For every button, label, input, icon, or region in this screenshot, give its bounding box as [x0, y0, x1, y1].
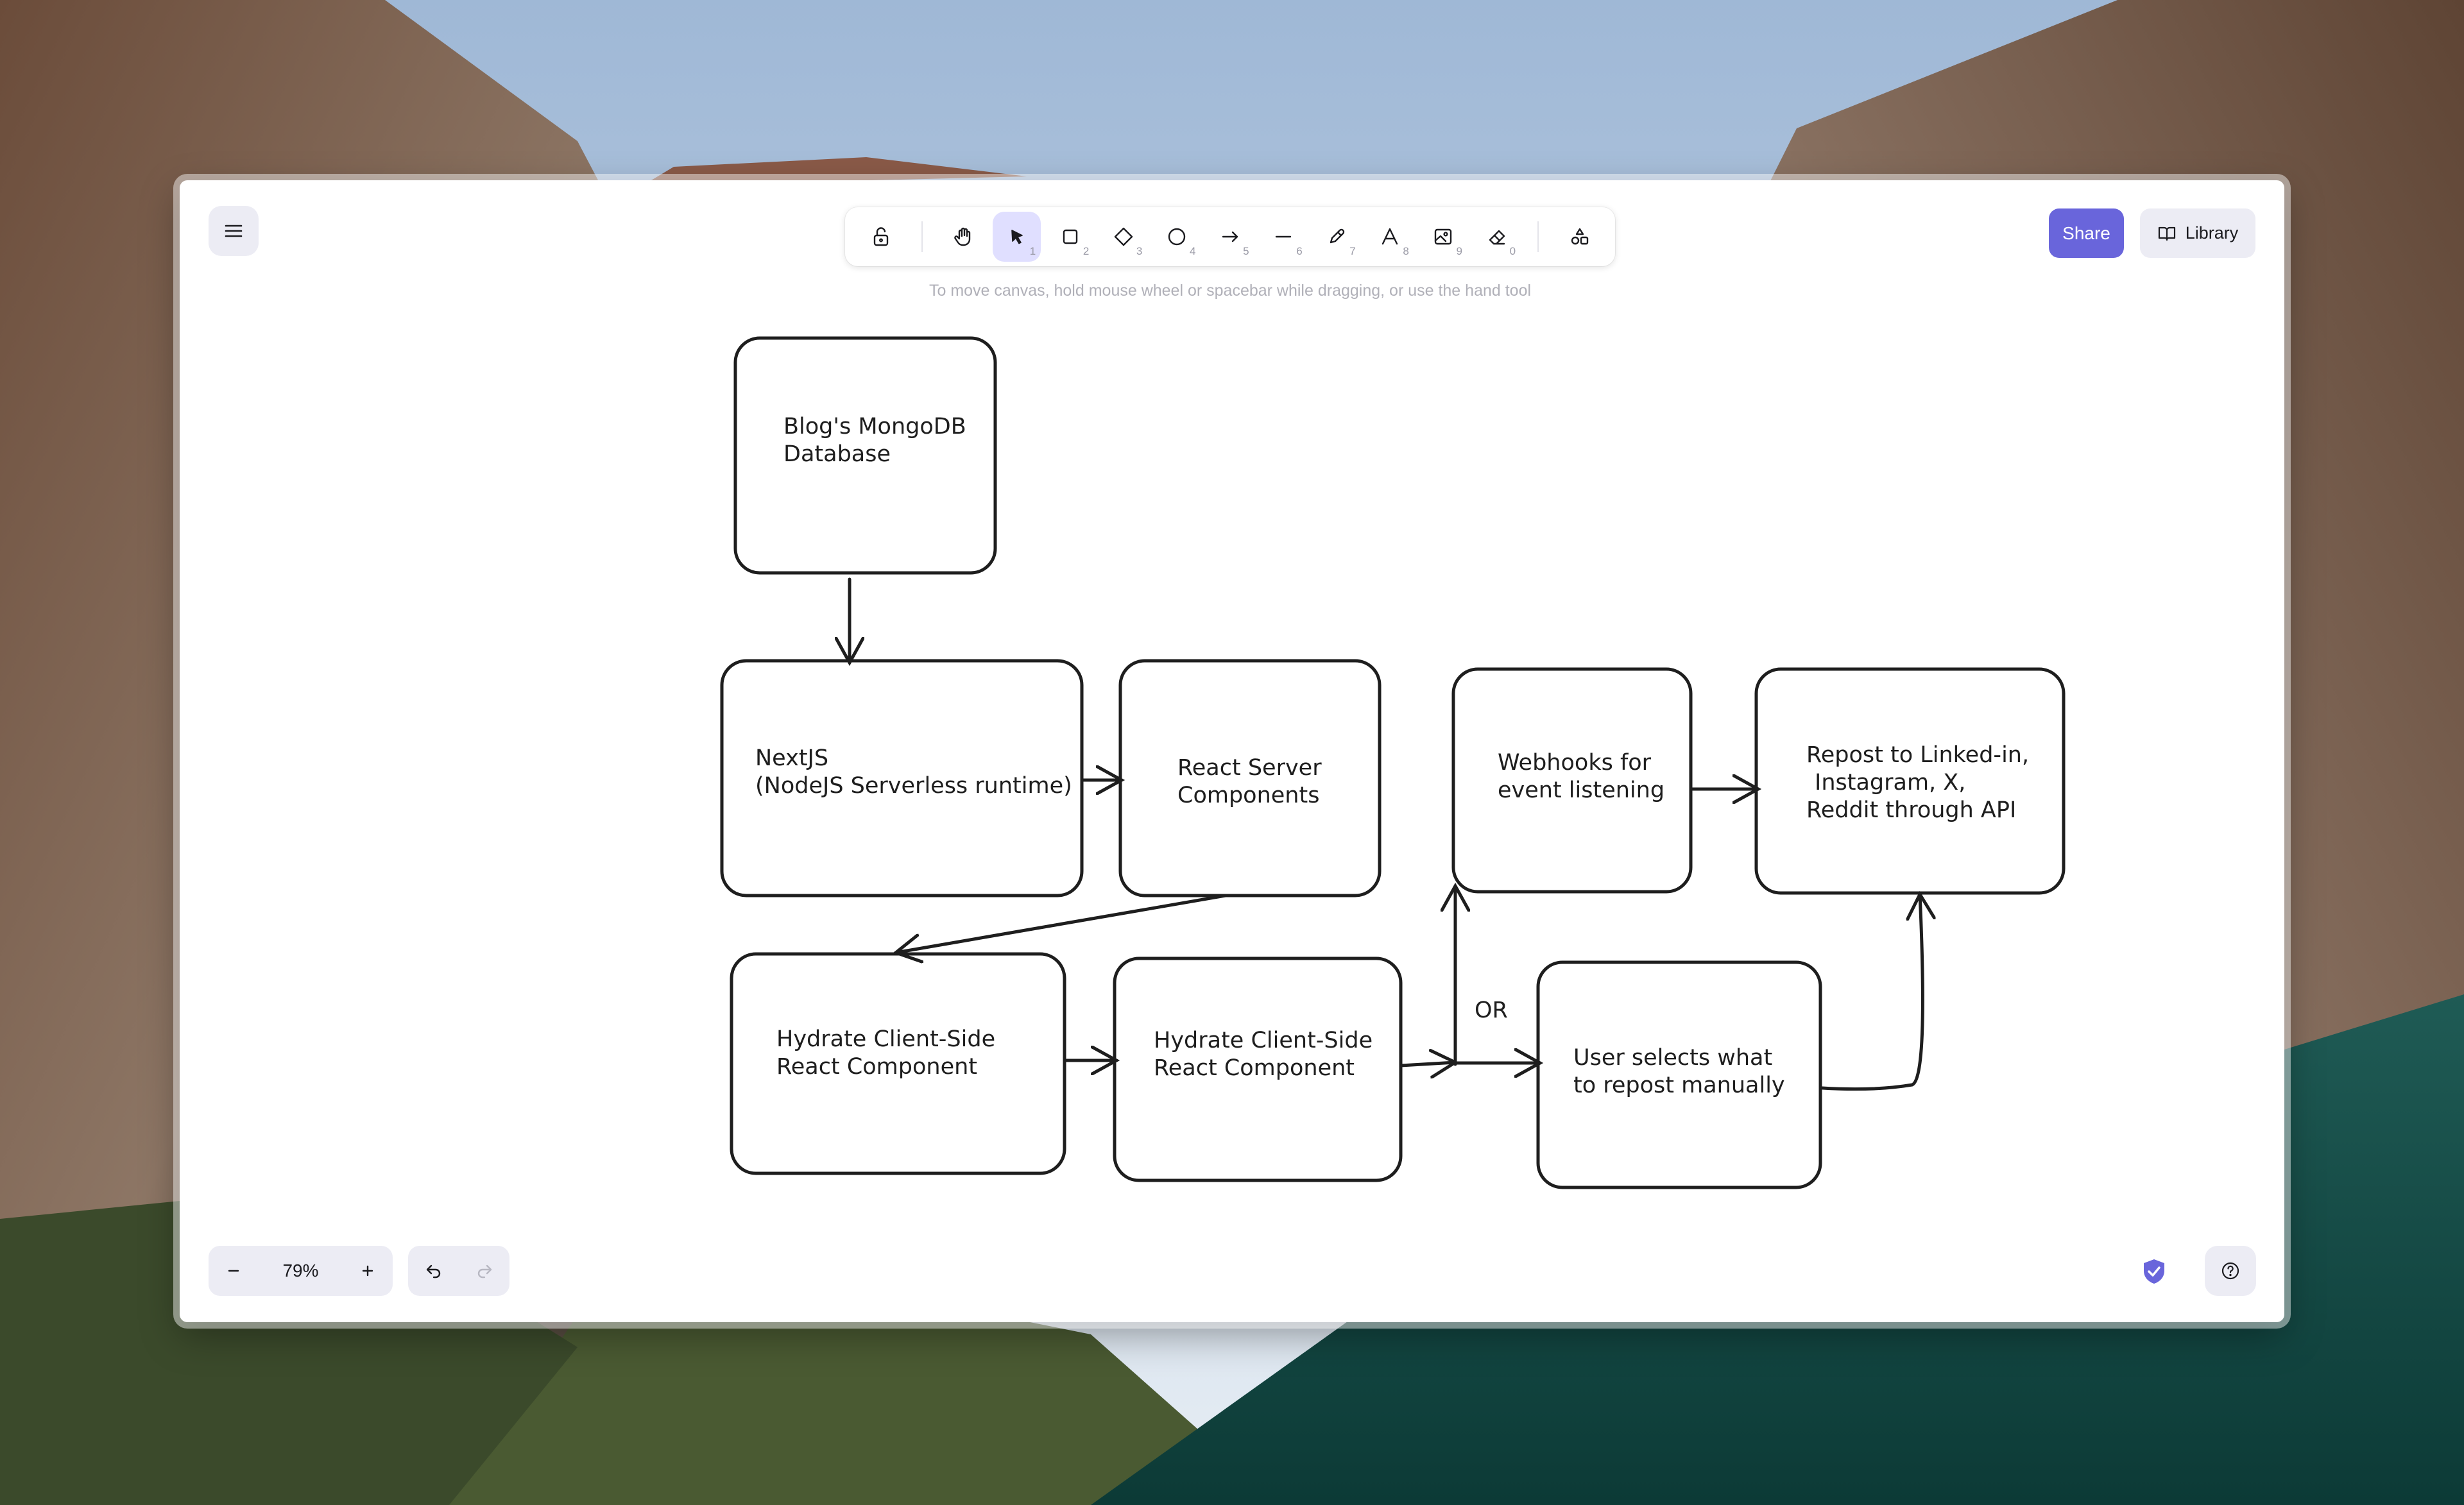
shapes-icon — [1571, 228, 1588, 245]
diagram-canvas[interactable]: Blog's MongoDB Database NextJS (NodeJS S… — [180, 180, 2284, 1322]
arrow-hydrate2-to-junction[interactable] — [1399, 1062, 1455, 1066]
library-label: Library — [2185, 223, 2239, 242]
tool-shortcut: 3 — [1136, 245, 1143, 257]
plus-icon — [362, 1265, 373, 1277]
main-menu-button[interactable] — [209, 206, 259, 256]
node-nextjs-label: NextJS (NodeJS Serverless runtime) — [755, 745, 1072, 799]
tool-text[interactable]: 8 — [1366, 212, 1414, 262]
tool-draw[interactable]: 7 — [1313, 212, 1361, 262]
redo-icon — [477, 1264, 492, 1279]
tool-shortcut: 2 — [1082, 245, 1090, 257]
question-icon — [2221, 1262, 2239, 1280]
rectangle-icon — [1063, 229, 1077, 244]
hand-icon — [954, 227, 970, 246]
or-label: OR — [1475, 998, 1508, 1023]
line-icon — [1275, 235, 1292, 238]
tool-diamond[interactable]: 3 — [1099, 212, 1147, 262]
tool-shortcut: 5 — [1243, 245, 1249, 257]
tool-image[interactable]: 9 — [1419, 212, 1467, 262]
zoom-controls: 79% — [209, 1246, 393, 1296]
minus-icon — [228, 1270, 239, 1272]
node-rsc-label: React Server Components — [1177, 755, 1329, 808]
toolbar-divider — [921, 221, 923, 252]
tool-shortcut: 1 — [1029, 245, 1036, 257]
text-icon — [1382, 228, 1398, 245]
toolbar-divider — [1537, 221, 1539, 252]
excalidraw-window: Blog's MongoDB Database NextJS (NodeJS S… — [180, 180, 2284, 1322]
arrow-manual-to-repost[interactable] — [1820, 894, 1922, 1091]
circle-icon — [1168, 228, 1186, 246]
node-hydrate2-label: Hydrate Client-Side React Component — [1154, 1028, 1380, 1081]
redo-button[interactable] — [459, 1246, 509, 1296]
tool-shortcut: 0 — [1509, 245, 1516, 257]
zoom-out-button[interactable] — [209, 1246, 259, 1296]
tool-shortcut: 4 — [1190, 245, 1196, 257]
node-mongodb-label: Blog's MongoDB Database — [783, 414, 973, 467]
tool-lock[interactable] — [857, 212, 905, 262]
book-icon — [2158, 226, 2175, 241]
node-repost-label: Repost to Linked-in, Instagram, X, Reddi… — [1806, 742, 2036, 823]
tool-shortcut: 7 — [1349, 245, 1356, 257]
diamond-icon — [1114, 227, 1133, 246]
tool-shortcut: 9 — [1456, 245, 1462, 257]
history-controls — [408, 1246, 509, 1296]
image-icon — [1435, 228, 1452, 245]
canvas-hint: To move canvas, hold mouse wheel or spac… — [928, 282, 1532, 300]
library-button[interactable]: Library — [2140, 208, 2255, 258]
tool-hand[interactable] — [939, 212, 988, 262]
tool-shortcut: 6 — [1296, 245, 1303, 257]
tool-selection[interactable]: 1 — [993, 212, 1041, 262]
undo-icon — [426, 1264, 440, 1279]
undo-button[interactable] — [409, 1246, 459, 1296]
tool-rectangle[interactable]: 2 — [1046, 212, 1094, 262]
tool-eraser[interactable]: 0 — [1473, 212, 1521, 262]
share-button[interactable]: Share — [2049, 208, 2124, 258]
tool-shortcut: 8 — [1403, 245, 1409, 257]
eraser-icon — [1489, 230, 1505, 245]
arrow-right-icon — [1222, 231, 1238, 242]
node-manual-label: User selects what to repost manually — [1573, 1045, 1785, 1098]
tool-arrow[interactable]: 5 — [1206, 212, 1254, 262]
tool-ellipse[interactable]: 4 — [1152, 212, 1201, 262]
hamburger-icon — [225, 225, 243, 237]
node-webhooks-label: Webhooks for event listening — [1498, 750, 1664, 803]
node-hydrate1-label: Hydrate Client-Side React Component — [776, 1026, 1002, 1080]
zoom-level-reset[interactable]: 79% — [282, 1261, 318, 1281]
tool-extra-shapes[interactable] — [1555, 212, 1604, 262]
shapes-toolbar: 1 2 3 4 5 6 7 8 9 0 — [845, 207, 1615, 266]
lock-icon — [873, 227, 888, 246]
tool-line[interactable]: 6 — [1260, 212, 1308, 262]
arrow-rsc-to-hydrate1[interactable] — [896, 894, 1228, 953]
pencil-icon — [1330, 228, 1345, 244]
help-button[interactable] — [2205, 1246, 2256, 1296]
shield-check-icon[interactable] — [2140, 1257, 2168, 1286]
zoom-in-button[interactable] — [343, 1246, 393, 1296]
pointer-arrow-icon — [1011, 230, 1023, 244]
